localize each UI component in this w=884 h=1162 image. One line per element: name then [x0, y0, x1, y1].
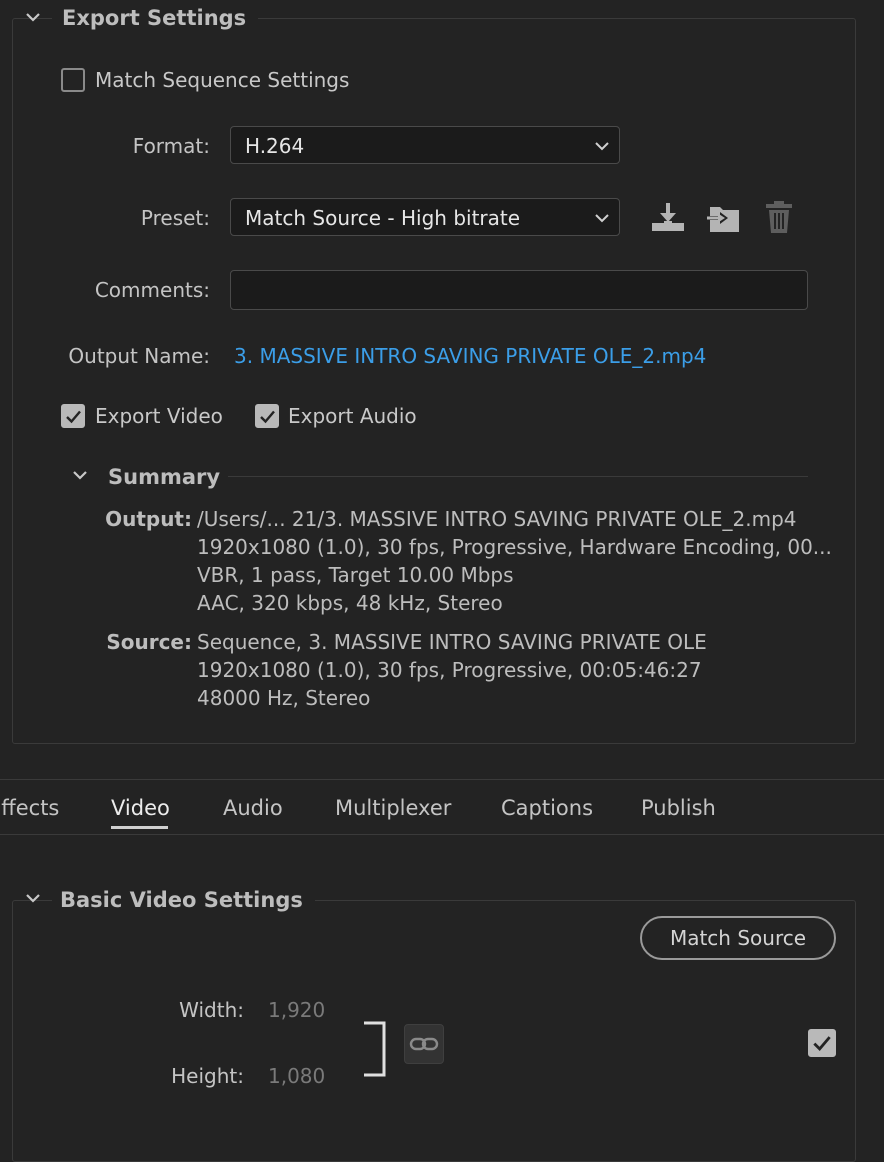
summary-output-line: VBR, 1 pass, Target 10.00 Mbps — [197, 563, 514, 587]
active-tab-indicator — [111, 826, 168, 829]
export-settings-title: Export Settings — [52, 6, 259, 30]
format-dropdown[interactable]: H.264 — [230, 126, 620, 164]
summary-output-line: AAC, 320 kbps, 48 kHz, Stereo — [197, 591, 503, 615]
summary-source-line: Sequence, 3. MASSIVE INTRO SAVING PRIVAT… — [197, 630, 707, 654]
trash-icon[interactable] — [763, 199, 795, 235]
width-label: Width: — [179, 998, 244, 1022]
height-label: Height: — [171, 1064, 244, 1088]
constrain-proportions-button[interactable] — [404, 1024, 444, 1064]
summary-output-label: Output: — [105, 507, 192, 531]
tab-publish[interactable]: Publish — [641, 796, 716, 820]
tab-audio[interactable]: Audio — [223, 796, 283, 820]
export-audio-checkbox[interactable] — [255, 404, 279, 428]
summary-title: Summary — [108, 465, 233, 489]
export-audio-label: Export Audio — [288, 404, 417, 428]
export-video-label: Export Video — [95, 404, 223, 428]
checkmark-icon — [66, 410, 81, 424]
match-sequence-checkbox[interactable] — [61, 68, 85, 92]
chevron-down-icon[interactable] — [25, 893, 41, 905]
save-preset-icon[interactable] — [650, 201, 686, 235]
tab-captions[interactable]: Captions — [501, 796, 593, 820]
tab-effects[interactable]: Effects — [0, 796, 59, 820]
checkmark-icon — [260, 410, 275, 424]
format-value: H.264 — [245, 134, 305, 158]
summary-divider — [228, 476, 808, 477]
chevron-down-icon[interactable] — [25, 12, 41, 24]
link-bracket-icon — [364, 1021, 386, 1077]
checkmark-icon — [813, 1036, 831, 1051]
summary-source-label: Source: — [106, 630, 192, 654]
comments-input[interactable] — [230, 270, 808, 310]
summary-source-line: 1920x1080 (1.0), 30 fps, Progressive, 00… — [197, 658, 702, 682]
format-label: Format: — [132, 134, 210, 158]
export-video-checkbox[interactable] — [61, 404, 85, 428]
preset-value: Match Source - High bitrate — [245, 206, 521, 230]
resolution-override-checkbox[interactable] — [808, 1029, 836, 1057]
tab-bar: Effects Video Audio Multiplexer Captions… — [0, 779, 884, 835]
chevron-down-icon[interactable] — [72, 470, 88, 482]
match-source-button[interactable]: Match Source — [640, 916, 836, 960]
summary-source-line: 48000 Hz, Stereo — [197, 686, 371, 710]
chevron-down-icon — [595, 214, 609, 223]
tab-multiplexer[interactable]: Multiplexer — [335, 796, 451, 820]
summary-output-line: /Users/... 21/3. MASSIVE INTRO SAVING PR… — [197, 507, 797, 531]
output-name-link[interactable]: 3. MASSIVE INTRO SAVING PRIVATE OLE_2.mp… — [234, 344, 706, 368]
preset-dropdown[interactable]: Match Source - High bitrate — [230, 198, 620, 236]
chevron-down-icon — [595, 142, 609, 151]
output-name-label: Output Name: — [68, 344, 210, 368]
tab-video[interactable]: Video — [111, 796, 170, 820]
comments-label: Comments: — [94, 278, 210, 302]
preset-label: Preset: — [140, 206, 210, 230]
summary-output-line: 1920x1080 (1.0), 30 fps, Progressive, Ha… — [197, 535, 832, 559]
match-sequence-label: Match Sequence Settings — [95, 68, 350, 92]
basic-video-settings-title: Basic Video Settings — [52, 888, 315, 912]
height-value[interactable]: 1,080 — [268, 1064, 325, 1088]
import-preset-icon[interactable] — [706, 201, 742, 235]
width-value[interactable]: 1,920 — [268, 998, 325, 1022]
chain-link-icon — [409, 1037, 439, 1051]
